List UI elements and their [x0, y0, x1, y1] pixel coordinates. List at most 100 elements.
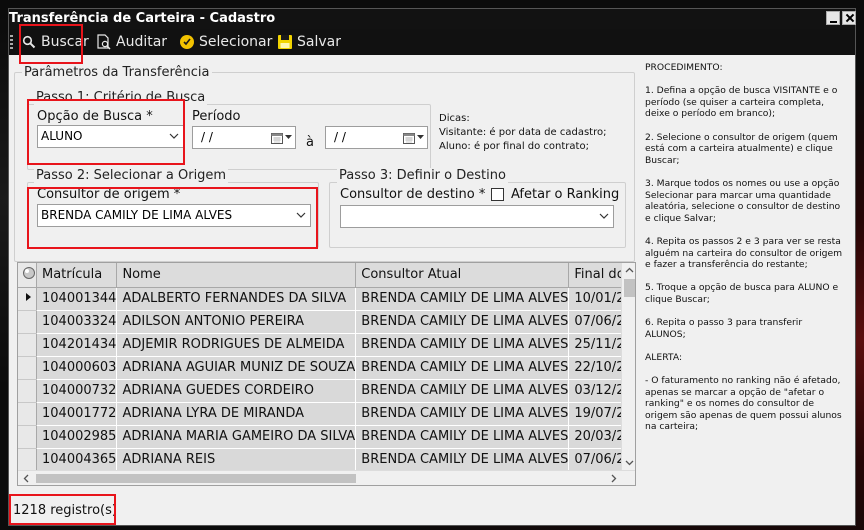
procedure-line: 3. Marque todos os nomes ou use a opção …	[645, 177, 841, 224]
dropdown-arrow-icon	[284, 135, 292, 139]
cell-matricula: 104001772	[36, 402, 118, 426]
row-indicator[interactable]	[18, 379, 37, 403]
cell-nome: ADALBERTO FERNANDES DA SILVA	[116, 287, 357, 311]
consultor-destino-select[interactable]	[340, 205, 614, 228]
row-indicator[interactable]	[18, 402, 37, 426]
row-indicator[interactable]	[18, 310, 37, 334]
selecionar-button[interactable]: Selecionar	[179, 32, 272, 52]
column-header-consultor[interactable]: Consultor Atual	[355, 263, 570, 288]
table-row[interactable]: 104000603 ADRIANA AGUIAR MUNIZ DE SOUZA BR…	[18, 356, 635, 380]
date-to-input[interactable]: / /	[325, 126, 428, 149]
salvar-button[interactable]: Salvar	[277, 32, 341, 52]
cell-consultor: BRENDA CAMILY DE LIMA ALVES	[355, 333, 570, 357]
procedure-line: 4. Repita os passos 2 e 3 para ver se re…	[645, 235, 843, 271]
minimize-button[interactable]	[826, 11, 840, 25]
cell-consultor: BRENDA CAMILY DE LIMA ALVES	[355, 379, 570, 403]
toolbar: Buscar Auditar Selecionar Salvar	[9, 29, 855, 55]
cell-matricula: 104000732	[36, 379, 118, 403]
cell-consultor: BRENDA CAMILY DE LIMA ALVES	[355, 425, 570, 449]
scroll-left-icon[interactable]	[22, 474, 31, 483]
procedure-line: 2. Selecione o consultor de origem (quem…	[645, 131, 838, 166]
column-header-nome[interactable]: Nome	[116, 263, 357, 288]
table-row[interactable]: 104000732 ADRIANA GUEDES CORDEIRO BRENDA C…	[18, 379, 635, 403]
consultor-destino-label: Consultor de destino *	[340, 187, 486, 202]
vertical-scroll-thumb[interactable]	[624, 279, 635, 297]
close-button[interactable]	[842, 11, 856, 25]
cell-consultor: BRENDA CAMILY DE LIMA ALVES	[355, 310, 570, 334]
cell-consultor: BRENDA CAMILY DE LIMA ALVES	[355, 356, 570, 380]
audit-document-icon	[96, 34, 112, 50]
chevron-down-icon	[599, 213, 609, 219]
row-indicator[interactable]	[18, 356, 37, 380]
params-title: Parâmetros da Transferência	[22, 65, 212, 80]
title-bar[interactable]: Transferência de Carteira - Cadastro	[9, 9, 856, 29]
date-range-separator: à	[306, 135, 314, 150]
cell-matricula: 104002985	[36, 425, 118, 449]
procedure-line: 6. Repita o passo 3 para transferir ALUN…	[645, 317, 803, 340]
dropdown-arrow-icon	[416, 135, 424, 139]
cell-nome: ADRIANA REIS	[116, 448, 357, 472]
cell-nome: ADRIANA AGUIAR MUNIZ DE SOUZA	[116, 356, 357, 380]
procedure-line: - O faturamento no ranking não é afetado…	[645, 375, 842, 433]
procedure-line: PROCEDIMENTO:	[645, 62, 723, 73]
cell-consultor: BRENDA CAMILY DE LIMA ALVES	[355, 287, 570, 311]
grid-header-row: Matrícula Nome Consultor Atual Final do …	[18, 263, 635, 288]
procedure-line: 1. Defina a opção de busca VISITANTE e o…	[645, 85, 838, 120]
save-disk-icon	[277, 34, 293, 50]
current-row-icon	[26, 293, 31, 301]
table-row[interactable]: 104003324 ADILSON ANTONIO PEREIRA BRENDA C…	[18, 310, 635, 334]
scroll-down-icon[interactable]	[625, 458, 634, 467]
highlight-buscar	[19, 24, 83, 64]
table-row[interactable]: 104001772 ADRIANA LYRA DE MIRANDA BRENDA C…	[18, 402, 635, 426]
procedure-line: 5. Troque a opção de busca para ALUNO e …	[645, 282, 839, 305]
date-to-value: / /	[334, 130, 346, 144]
salvar-label: Salvar	[297, 34, 341, 50]
calendar-icon	[402, 132, 415, 144]
calendar-icon	[270, 132, 283, 144]
cell-matricula: 104201434	[36, 333, 118, 357]
scroll-up-icon[interactable]	[625, 266, 634, 275]
cell-matricula: 104004365	[36, 448, 118, 472]
table-row[interactable]: 104001344 ADALBERTO FERNANDES DA SILVA BRE…	[18, 287, 635, 311]
highlight-consultor-origem	[27, 187, 318, 249]
horizontal-scroll-thumb[interactable]	[36, 474, 356, 483]
cell-nome: ADJEMIR RODRIGUES DE ALMEIDA	[116, 333, 357, 357]
table-row[interactable]: 104004365 ADRIANA REIS BRENDA CAMILY DE LI…	[18, 448, 635, 472]
row-indicator[interactable]	[18, 448, 37, 472]
table-row[interactable]: 104002985 ADRIANA MARIA GAMEIRO DA SILVA B…	[18, 425, 635, 449]
procedure-line: ALERTA:	[645, 351, 683, 363]
toolbar-grip[interactable]	[10, 35, 13, 49]
afetar-ranking-checkbox[interactable]	[491, 188, 504, 201]
row-indicator[interactable]	[18, 333, 37, 357]
afetar-ranking-label: Afetar o Ranking	[511, 187, 620, 202]
procedure-panel: PROCEDIMENTO: 1. Defina a opção de busca …	[645, 62, 845, 445]
date-from-calendar-button[interactable]	[267, 127, 295, 148]
auditar-button[interactable]: Auditar	[96, 32, 167, 52]
dicas-title: Dicas:	[439, 113, 470, 124]
select-all-icon	[23, 266, 35, 279]
grid-body: 104001344 ADALBERTO FERNANDES DA SILVA BRE…	[18, 287, 635, 485]
scroll-right-icon[interactable]	[609, 474, 618, 483]
cell-consultor: BRENDA CAMILY DE LIMA ALVES	[355, 402, 570, 426]
cell-consultor: BRENDA CAMILY DE LIMA ALVES	[355, 448, 570, 472]
highlight-opcao-busca	[27, 99, 185, 165]
cell-nome: ADRIANA LYRA DE MIRANDA	[116, 402, 357, 426]
highlight-record-count	[9, 494, 116, 525]
table-row[interactable]: 104201434 ADJEMIR RODRIGUES DE ALMEIDA BRE…	[18, 333, 635, 357]
date-to-calendar-button[interactable]	[399, 127, 427, 148]
date-from-value: / /	[201, 130, 213, 144]
results-grid[interactable]: Matrícula Nome Consultor Atual Final do …	[17, 262, 636, 486]
cell-nome: ADRIANA GUEDES CORDEIRO	[116, 379, 357, 403]
column-header-matricula[interactable]: Matrícula	[36, 263, 118, 288]
select-hand-icon	[179, 34, 195, 50]
step3-title: Passo 3: Definir o Destino	[337, 168, 508, 183]
periodo-label: Período	[192, 109, 241, 124]
row-indicator[interactable]	[18, 287, 37, 311]
select-all-header[interactable]	[18, 263, 37, 288]
vertical-scrollbar[interactable]	[621, 263, 635, 470]
date-from-input[interactable]: / /	[192, 126, 296, 149]
dicas-visitante: Visitante: é por data de cadastro;	[439, 127, 607, 138]
horizontal-scrollbar[interactable]	[18, 470, 635, 485]
row-indicator[interactable]	[18, 425, 37, 449]
cell-matricula: 104003324	[36, 310, 118, 334]
